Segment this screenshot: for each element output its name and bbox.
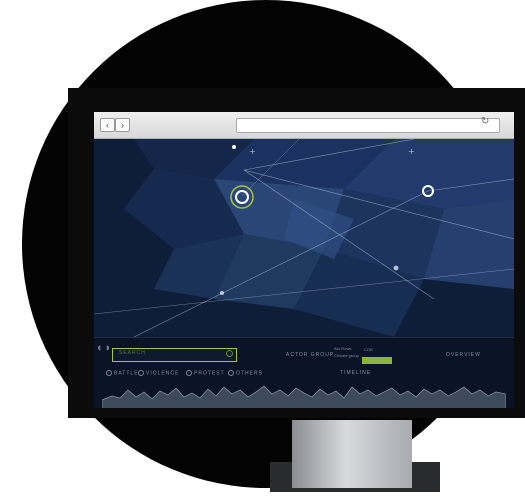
back-button[interactable]: ‹ <box>100 118 115 132</box>
search-icon <box>226 350 233 357</box>
cor-label: COR <box>364 347 373 352</box>
search-input[interactable]: SEARCH <box>112 348 237 362</box>
filter-toggle[interactable] <box>362 357 392 364</box>
aid-flows-label: Aid Flows <box>334 346 352 351</box>
address-bar[interactable] <box>236 118 500 133</box>
tab-battle-label: BATTLE <box>114 370 139 377</box>
browser-window: ‹ › ↻ + + SEARCH ACTOR GROUP Aid Flows C… <box>94 112 514 408</box>
crosshair-icon: + <box>249 147 256 156</box>
tab-battle[interactable]: BATTLE <box>106 370 139 376</box>
timeline-label[interactable]: TIMELINE <box>340 370 371 376</box>
browser-toolbar: ‹ › ↻ <box>94 112 514 139</box>
search-placeholder: SEARCH <box>119 350 146 356</box>
climate-group-label: Climate group <box>334 353 359 358</box>
network-map: + + <box>94 139 514 337</box>
battle-icon <box>106 370 112 376</box>
actor-group-label[interactable]: ACTOR GROUP <box>286 352 334 358</box>
others-icon <box>228 370 234 376</box>
map-point-icon <box>232 145 236 149</box>
violence-icon <box>138 370 144 376</box>
tab-others-label: OTHERS <box>236 370 263 377</box>
site-logo: ◐◑ <box>97 342 111 354</box>
reload-icon[interactable]: ↻ <box>481 116 489 127</box>
tab-violence[interactable]: VIOLENCE <box>138 370 179 376</box>
overview-label[interactable]: OVERVIEW <box>446 352 481 358</box>
back-arrow-icon: ‹ <box>106 120 109 130</box>
activity-sparkline <box>102 385 506 408</box>
forward-arrow-icon: › <box>121 120 124 130</box>
forward-button[interactable]: › <box>115 118 130 132</box>
map-point-icon <box>220 291 224 295</box>
map-point-icon <box>393 265 399 271</box>
tab-protest[interactable]: PROTEST <box>186 370 225 376</box>
tab-protest-label: PROTEST <box>194 370 225 377</box>
crosshair-icon: + <box>408 147 415 156</box>
monitor-stand <box>292 420 412 488</box>
protest-icon <box>186 370 192 376</box>
tab-violence-label: VIOLENCE <box>146 370 180 377</box>
control-panel: SEARCH ACTOR GROUP Aid Flows Climate gro… <box>94 337 514 408</box>
tab-others[interactable]: OTHERS <box>228 370 263 376</box>
